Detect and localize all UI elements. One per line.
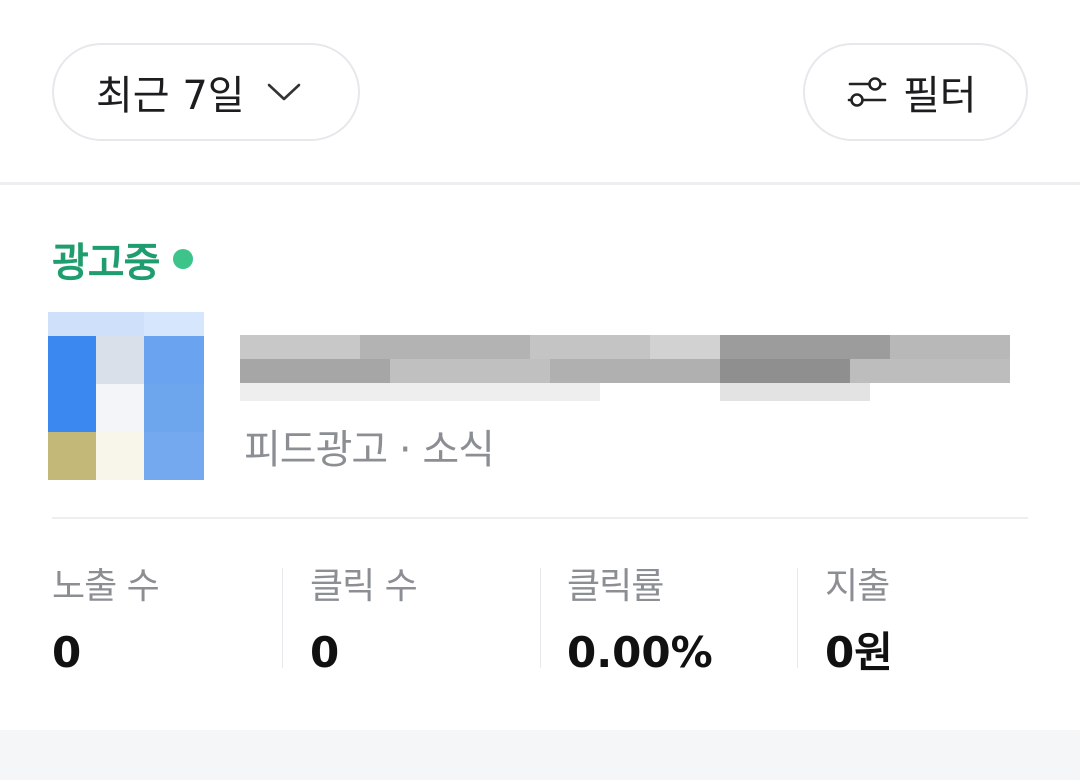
- status-dot: [173, 249, 194, 269]
- stat-value: 0: [310, 628, 340, 677]
- stat-value: 0원: [825, 628, 893, 677]
- status-label: 광고중: [52, 240, 160, 286]
- stat-value: 0: [52, 628, 82, 677]
- stat-value: 0.00%: [567, 628, 713, 677]
- stat-separator: [282, 568, 283, 668]
- stat-label: 노출 수: [52, 566, 160, 607]
- stat-label: 클릭 수: [310, 566, 418, 607]
- ad-subtitle: 피드광고 · 소식: [244, 427, 495, 473]
- filter-bar: 최근 7일 필터: [0, 0, 1080, 182]
- stat-label: 지출: [825, 566, 890, 607]
- stat-clicks: 클릭 수 0: [310, 565, 550, 677]
- period-dropdown-button[interactable]: 최근 7일: [52, 43, 360, 141]
- stat-label: 클릭률: [567, 566, 664, 607]
- filter-button[interactable]: 필터: [803, 43, 1028, 141]
- filter-label: 필터: [903, 73, 977, 119]
- ad-status: 광고중: [52, 230, 194, 288]
- stat-spend: 지출 0원: [825, 565, 1065, 677]
- ad-title-redacted: [240, 335, 1015, 403]
- stat-impressions: 노출 수 0: [52, 565, 292, 677]
- chevron-down-icon: [267, 82, 301, 102]
- card-divider: [52, 517, 1028, 519]
- sliders-icon: [847, 75, 887, 109]
- stat-separator: [540, 568, 541, 668]
- stat-separator: [797, 568, 798, 668]
- ad-thumbnail: [48, 312, 204, 480]
- period-label: 최근 7일: [96, 73, 245, 119]
- ad-card[interactable]: 광고중 피드광고 · 소식 노출 수 0 클릭 수 0 클릭률 0.00% 지출…: [0, 185, 1080, 730]
- stat-ctr: 클릭률 0.00%: [567, 565, 807, 677]
- section-gap: [0, 730, 1080, 780]
